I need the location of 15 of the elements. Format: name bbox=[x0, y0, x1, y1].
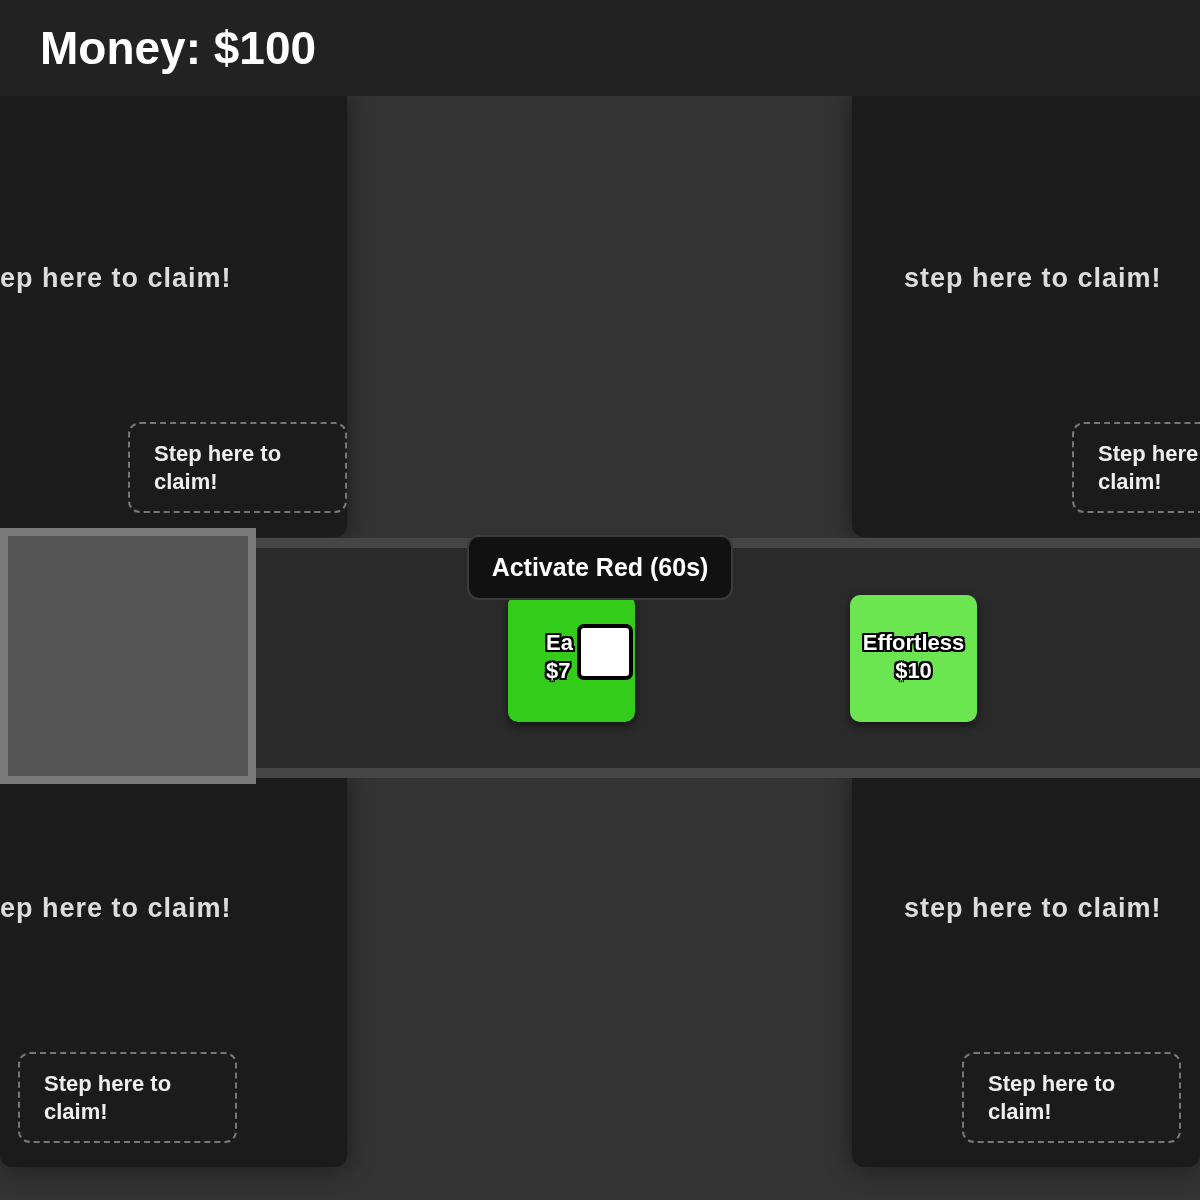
plot-label: ep here to claim! bbox=[0, 262, 232, 294]
claim-pad[interactable]: Step here to claim! bbox=[962, 1052, 1181, 1143]
plot-label: step here to claim! bbox=[904, 262, 1162, 294]
item-name: Effortless bbox=[861, 629, 966, 657]
claim-pad[interactable]: Step here claim! bbox=[1072, 422, 1200, 513]
plot-label: step here to claim! bbox=[904, 892, 1162, 924]
item-name: Ea bbox=[546, 629, 573, 657]
plot-label: ep here to claim! bbox=[0, 892, 232, 924]
tooltip: Activate Red (60s) bbox=[467, 535, 733, 600]
claim-pad[interactable]: Step here to claim! bbox=[128, 422, 347, 513]
item-price: $10 bbox=[894, 657, 933, 685]
claim-pad[interactable]: Step here to claim! bbox=[18, 1052, 237, 1143]
money-counter: Money: $100 bbox=[40, 21, 317, 76]
item-price: $7 bbox=[546, 657, 571, 685]
player-square bbox=[577, 624, 633, 680]
